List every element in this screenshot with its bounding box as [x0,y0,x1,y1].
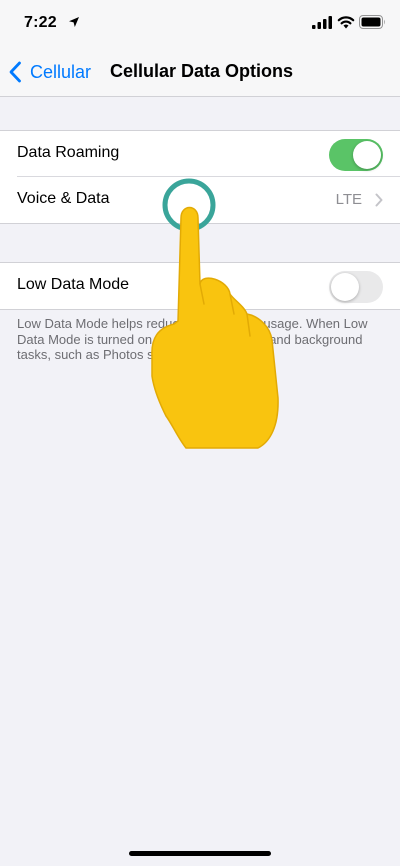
wifi-icon [337,16,355,29]
voice-data-label: Voice & Data [17,190,110,207]
home-indicator [129,851,271,856]
toggle-knob [331,273,359,301]
chevron-right-icon [375,193,383,207]
low-data-group: Low Data Mode [0,262,400,310]
data-roaming-toggle[interactable] [329,139,383,171]
battery-icon [359,15,385,29]
voice-data-row[interactable]: Voice & Data LTE [0,177,400,223]
low-data-mode-row: Low Data Mode [0,263,400,309]
low-data-mode-footer: Low Data Mode helps reduce cellular data… [17,316,368,362]
page-title: Cellular Data Options [110,61,294,81]
toggle-knob [353,141,381,169]
navigation-bar: Cellular Cellular Data Options [0,50,400,97]
status-bar: 7:22 [0,0,400,50]
chevron-left-icon [9,61,21,83]
low-data-mode-toggle[interactable] [329,271,383,303]
data-roaming-label: Data Roaming [17,144,120,161]
roaming-group: Data Roaming Voice & Data LTE [0,130,400,224]
location-arrow-icon [69,17,79,27]
voice-data-value: LTE [335,191,362,208]
data-roaming-row: Data Roaming [0,131,400,177]
status-time: 7:22 [24,14,57,31]
low-data-mode-label: Low Data Mode [17,276,130,293]
back-button[interactable]: Cellular [8,58,91,86]
cellular-signal-icon [312,16,332,29]
back-label: Cellular [30,61,92,82]
